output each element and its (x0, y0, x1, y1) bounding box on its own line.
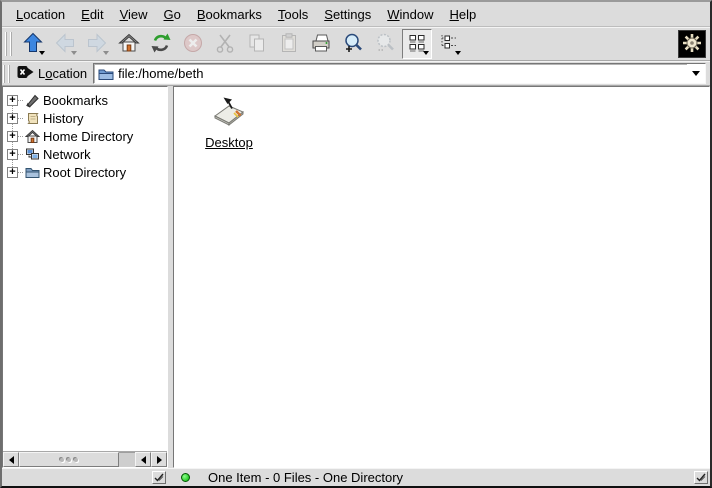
location-toolbar: Location (2, 61, 710, 86)
tree-view-button[interactable] (434, 29, 464, 59)
menu-bookmarks[interactable]: Bookmarks (189, 4, 270, 25)
menu-location[interactable]: Location (8, 4, 73, 25)
menubar: Location Edit View Go Bookmarks Tools Se… (2, 2, 710, 27)
bookmarks-icon (24, 92, 41, 108)
desktop-folder-icon (194, 95, 264, 131)
scroll-left-button-2[interactable] (135, 452, 151, 467)
reload-icon (150, 32, 172, 57)
sidebar-statusbar (2, 468, 168, 486)
expand-plus-icon[interactable]: + (7, 149, 18, 160)
main-area: + Bookmarks + History + Home Directory (2, 86, 710, 468)
file-item-desktop[interactable]: Desktop (194, 95, 264, 150)
expand-plus-icon[interactable]: + (7, 113, 18, 124)
menu-edit[interactable]: Edit (73, 4, 111, 25)
arrow-left-icon (141, 456, 146, 464)
status-text: One Item - 0 Files - One Directory (208, 470, 403, 485)
copy-button[interactable] (242, 29, 272, 59)
cut-button[interactable] (210, 29, 240, 59)
copy-icon (246, 32, 268, 57)
sidebar-item-home-directory[interactable]: + Home Directory (3, 127, 167, 145)
sidebar-item-bookmarks[interactable]: + Bookmarks (3, 91, 167, 109)
main-toolbar (2, 27, 710, 61)
location-dropdown-button[interactable] (687, 64, 705, 83)
statusbar: One Item - 0 Files - One Directory (2, 468, 710, 486)
print-button[interactable] (306, 29, 336, 59)
menu-settings[interactable]: Settings (316, 4, 379, 25)
stop-icon (182, 32, 204, 57)
back-button[interactable] (50, 29, 80, 59)
scroll-right-button[interactable] (151, 452, 167, 467)
view-indicator-icon[interactable] (694, 471, 708, 484)
sidebar-item-root-directory[interactable]: + Root Directory (3, 163, 167, 181)
file-view[interactable]: Desktop (173, 86, 710, 468)
cut-icon (214, 32, 236, 57)
menu-view[interactable]: View (112, 4, 156, 25)
clear-location-icon (17, 65, 34, 82)
up-button[interactable] (18, 29, 48, 59)
menu-go[interactable]: Go (156, 4, 189, 25)
tree-view-dropdown-caret[interactable] (455, 51, 461, 55)
location-label: Location (38, 66, 87, 81)
scrollbar-thumb[interactable] (19, 452, 119, 467)
zoom-in-icon (342, 32, 364, 57)
sidebar-item-history[interactable]: + History (3, 109, 167, 127)
paste-button[interactable] (274, 29, 304, 59)
print-icon (310, 32, 332, 57)
up-dropdown-caret[interactable] (39, 51, 45, 55)
network-icon (24, 146, 41, 162)
konqueror-window: Location Edit View Go Bookmarks Tools Se… (0, 0, 712, 488)
expand-plus-icon[interactable]: + (7, 131, 18, 142)
stop-button[interactable] (178, 29, 208, 59)
menu-window[interactable]: Window (379, 4, 441, 25)
reload-button[interactable] (146, 29, 176, 59)
scroll-left-button[interactable] (3, 452, 19, 467)
location-input[interactable] (118, 65, 687, 82)
sidebar-item-network[interactable]: + Network (3, 145, 167, 163)
sidebar-panel: + Bookmarks + History + Home Directory (2, 86, 168, 468)
home-icon (118, 32, 140, 57)
paste-icon (278, 32, 300, 57)
sidebar-horizontal-scrollbar (3, 451, 167, 467)
arrow-left-icon (9, 456, 14, 464)
scrollbar-track[interactable] (19, 452, 135, 467)
arrow-right-icon (157, 456, 162, 464)
status-led (181, 473, 190, 482)
location-combobox (93, 63, 706, 84)
chevron-down-icon (692, 71, 700, 76)
forward-button[interactable] (82, 29, 112, 59)
sidebar-item-label: History (43, 111, 83, 126)
icon-view-dropdown-caret[interactable] (423, 51, 429, 55)
file-item-label[interactable]: Desktop (205, 135, 253, 150)
sidebar-item-label: Home Directory (43, 129, 133, 144)
menu-tools[interactable]: Tools (270, 4, 316, 25)
clear-location-button[interactable] (14, 65, 36, 83)
sidebar-item-label: Network (43, 147, 91, 162)
back-dropdown-caret[interactable] (71, 51, 77, 55)
kde-gear-icon (681, 32, 703, 57)
forward-dropdown-caret[interactable] (103, 51, 109, 55)
folder-icon (98, 67, 114, 81)
zoom-in-button[interactable] (338, 29, 368, 59)
home-folder-icon (24, 128, 41, 144)
main-statusbar: One Item - 0 Files - One Directory (173, 468, 710, 486)
sidebar-item-label: Root Directory (43, 165, 126, 180)
zoom-out-icon (374, 32, 396, 57)
view-indicator-icon[interactable] (152, 471, 166, 484)
toolbar-grip[interactable] (5, 32, 12, 56)
sidebar-tree: + Bookmarks + History + Home Directory (3, 87, 167, 451)
home-button[interactable] (114, 29, 144, 59)
history-icon (24, 110, 41, 126)
location-toolbar-grip[interactable] (3, 65, 10, 83)
root-folder-icon (24, 164, 41, 180)
sidebar-item-label: Bookmarks (43, 93, 108, 108)
menu-help[interactable]: Help (442, 4, 485, 25)
konqueror-throbber[interactable] (678, 30, 706, 58)
expand-plus-icon[interactable]: + (7, 167, 18, 178)
zoom-out-button[interactable] (370, 29, 400, 59)
expand-plus-icon[interactable]: + (7, 95, 18, 106)
icon-view-button[interactable] (402, 29, 432, 59)
